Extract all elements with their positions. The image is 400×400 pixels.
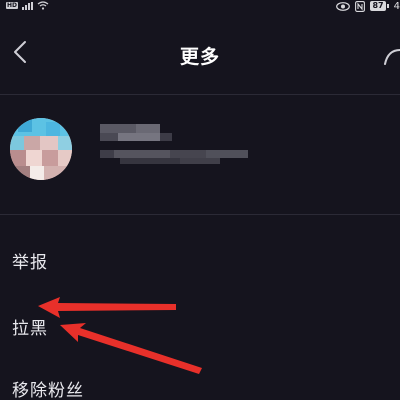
menu-item-report[interactable]: 举报 <box>0 236 400 284</box>
clock: 4 <box>393 0 400 12</box>
status-right: 87 4 <box>336 0 400 12</box>
header: 更多 <box>0 16 400 94</box>
status-left: HD <box>6 1 49 10</box>
profile-divider <box>0 214 400 215</box>
status-bar: HD 87 4 <box>0 0 400 16</box>
nfc-icon <box>355 0 366 12</box>
wifi-icon <box>37 1 49 10</box>
more-options-screen: HD 87 4 更多 举报 拉黑 移除粉丝 <box>0 0 400 400</box>
avatar-mosaic <box>10 118 72 180</box>
menu-item-label: 拉黑 <box>12 319 48 339</box>
avatar[interactable] <box>10 118 72 180</box>
profile-name-blurred <box>100 124 260 174</box>
eye-icon <box>336 1 351 11</box>
menu-item-label: 举报 <box>12 253 48 273</box>
battery-level: 87 <box>370 1 386 11</box>
menu-item-label: 移除粉丝 <box>12 381 84 400</box>
header-divider <box>0 94 400 95</box>
share-button[interactable] <box>382 46 400 68</box>
share-icon <box>384 49 400 65</box>
battery-icon: 87 <box>370 1 389 11</box>
signal-icon <box>22 1 34 10</box>
profile-row[interactable] <box>0 110 400 200</box>
page-title: 更多 <box>179 46 220 68</box>
menu-item-remove-follower[interactable]: 移除粉丝 <box>0 364 400 400</box>
menu-item-block[interactable]: 拉黑 <box>0 302 400 350</box>
hd-badge: HD <box>6 2 19 9</box>
